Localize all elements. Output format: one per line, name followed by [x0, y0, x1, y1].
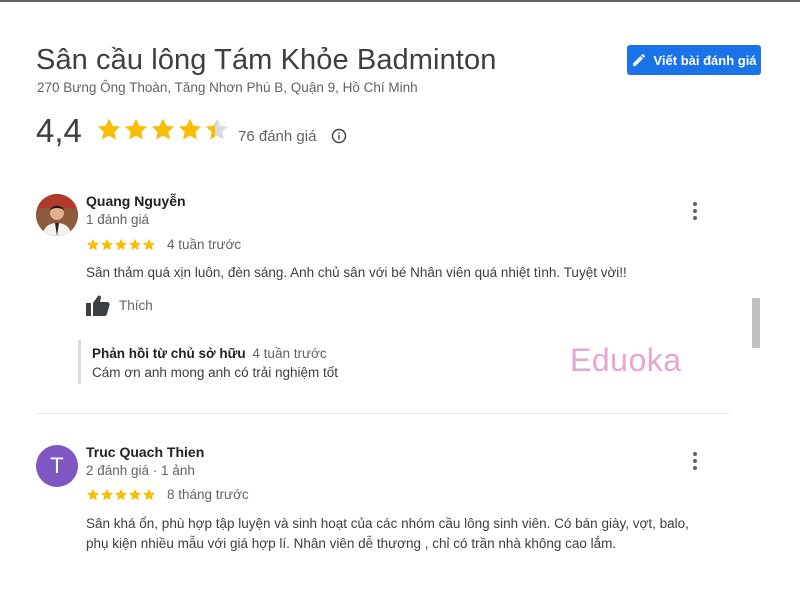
info-icon[interactable] — [331, 128, 347, 144]
like-button[interactable]: Thích — [86, 294, 153, 316]
edit-icon — [631, 52, 647, 68]
more-vert-icon[interactable] — [683, 199, 707, 223]
star-icon — [124, 118, 148, 140]
owner-reply-header: Phản hồi từ chủ sở hữu 4 tuần trước — [92, 346, 418, 361]
rating-score: 4,4 — [36, 112, 82, 149]
review-count[interactable]: 76 đánh giá — [238, 128, 316, 145]
review-time: 8 tháng trước — [167, 487, 249, 502]
owner-reply-text: Cám ơn anh mong anh có trải nghiệm tốt — [92, 365, 338, 380]
star-icon — [143, 488, 155, 501]
star-icon — [143, 238, 155, 251]
star-icon — [97, 118, 121, 140]
top-border — [0, 0, 800, 2]
review-text: Sân thảm quá xịn luôn, đèn sáng. Anh chủ… — [86, 265, 627, 280]
watermark: Eduoka — [570, 342, 682, 378]
place-title: Sân cầu lông Tám Khỏe Badminton — [36, 44, 497, 76]
review-author[interactable]: Quang Nguyễn — [86, 193, 186, 209]
scrollbar-thumb[interactable] — [752, 298, 760, 348]
review-stars — [86, 488, 156, 502]
owner-reply-label: Phản hồi từ chủ sở hữu — [92, 346, 246, 361]
review-time: 4 tuần trước — [167, 237, 242, 252]
review-text-line: Sân khá ổn, phù hợp tập luyện và sinh ho… — [86, 516, 689, 531]
star-icon — [205, 118, 229, 140]
more-vert-icon[interactable] — [683, 449, 707, 473]
review-text-line: phụ kiện nhiều mẫu với giá hợp lí. Nhân … — [86, 536, 617, 551]
like-label: Thích — [119, 297, 153, 313]
review-stars — [86, 238, 156, 252]
star-icon — [129, 488, 141, 501]
write-review-button[interactable]: Viết bài đánh giá — [627, 45, 761, 75]
owner-reply-time: 4 tuần trước — [252, 346, 327, 361]
review-author[interactable]: Truc Quach Thien — [86, 444, 204, 460]
avatar[interactable]: T — [36, 445, 78, 487]
review-author-meta: 1 đánh giá — [86, 212, 150, 227]
avatar[interactable] — [36, 194, 78, 236]
star-icon — [87, 238, 99, 251]
review-author-meta: 2 đánh giá · 1 ảnh — [86, 463, 195, 478]
star-icon — [115, 488, 127, 501]
rating-stars — [96, 117, 230, 143]
star-icon — [101, 488, 113, 501]
star-icon — [115, 238, 127, 251]
star-icon — [101, 238, 113, 251]
star-icon — [178, 118, 202, 140]
thumb-up-icon — [86, 295, 110, 316]
star-icon — [129, 238, 141, 251]
star-icon — [151, 118, 175, 140]
place-address: 270 Bưng Ông Thoàn, Tăng Nhơn Phú B, Quậ… — [37, 80, 418, 95]
star-icon — [87, 488, 99, 501]
write-review-label: Viết bài đánh giá — [653, 52, 757, 68]
owner-reply: Phản hồi từ chủ sở hữu 4 tuần trước Cám … — [78, 340, 418, 384]
review-divider — [36, 413, 730, 414]
